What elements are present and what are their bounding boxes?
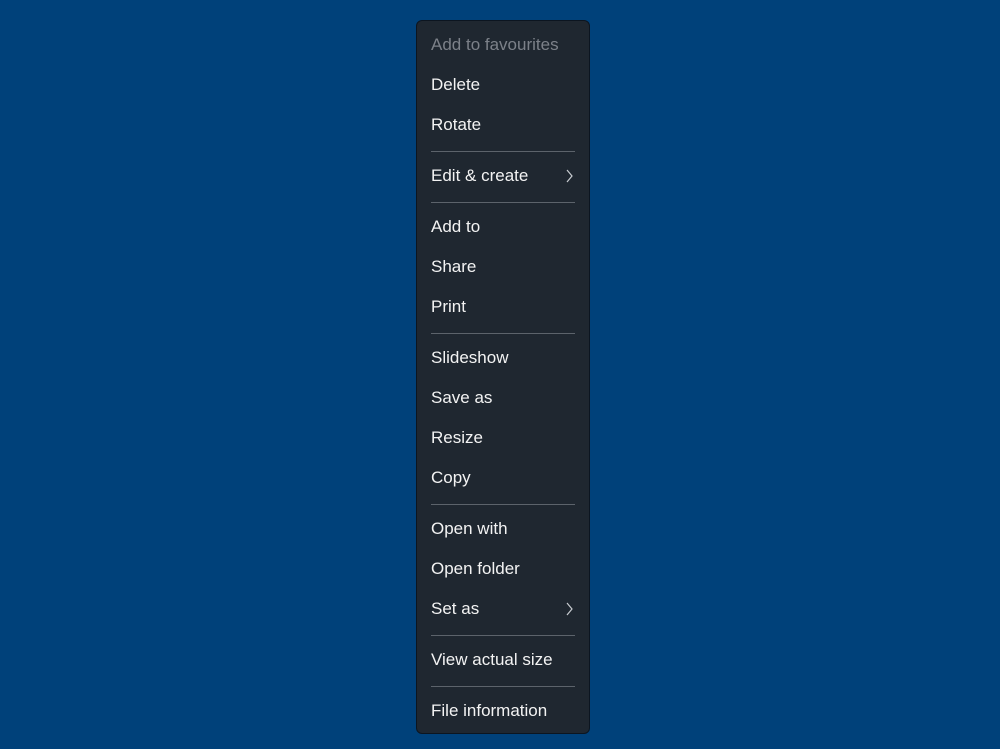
menu-separator: [431, 151, 575, 152]
menu-item-open-with[interactable]: Open with: [417, 511, 589, 547]
menu-item-share[interactable]: Share: [417, 249, 589, 285]
menu-item-label: Save as: [431, 388, 493, 407]
menu-item-resize[interactable]: Resize: [417, 420, 589, 456]
chevron-right-icon: [566, 602, 573, 616]
menu-item-open-folder[interactable]: Open folder: [417, 551, 589, 587]
menu-separator: [431, 635, 575, 636]
menu-item-label: Share: [431, 257, 477, 276]
menu-separator: [431, 504, 575, 505]
menu-item-rotate[interactable]: Rotate: [417, 107, 589, 143]
menu-item-label: Add to: [431, 217, 481, 236]
menu-item-slideshow[interactable]: Slideshow: [417, 340, 589, 376]
menu-item-delete[interactable]: Delete: [417, 67, 589, 103]
menu-item-save-as[interactable]: Save as: [417, 380, 589, 416]
menu-item-label: Delete: [431, 75, 481, 94]
menu-item-view-actual-size[interactable]: View actual size: [417, 642, 589, 678]
menu-item-add-to-favourites: Add to favourites: [417, 27, 589, 63]
menu-item-edit-create[interactable]: Edit & create: [417, 158, 589, 194]
menu-separator: [431, 202, 575, 203]
menu-item-copy[interactable]: Copy: [417, 460, 589, 496]
menu-separator: [431, 686, 575, 687]
menu-item-label: Open folder: [431, 559, 520, 578]
context-menu: Add to favourites Delete Rotate Edit & c…: [416, 20, 590, 734]
menu-item-label: Slideshow: [431, 348, 509, 367]
menu-item-label: View actual size: [431, 650, 553, 669]
menu-item-add-to[interactable]: Add to: [417, 209, 589, 245]
menu-item-label: Rotate: [431, 115, 482, 134]
menu-item-label: Print: [431, 297, 466, 316]
menu-item-label: Edit & create: [431, 166, 529, 185]
menu-separator: [431, 333, 575, 334]
menu-item-label: Add to favourites: [431, 35, 559, 54]
menu-item-label: Resize: [431, 428, 483, 447]
menu-item-set-as[interactable]: Set as: [417, 591, 589, 627]
menu-item-label: File information: [431, 701, 548, 720]
menu-item-print[interactable]: Print: [417, 289, 589, 325]
menu-item-label: Open with: [431, 519, 508, 538]
menu-item-label: Copy: [431, 468, 471, 487]
menu-item-file-information[interactable]: File information: [417, 693, 589, 729]
menu-item-label: Set as: [431, 599, 480, 618]
chevron-right-icon: [566, 169, 573, 183]
